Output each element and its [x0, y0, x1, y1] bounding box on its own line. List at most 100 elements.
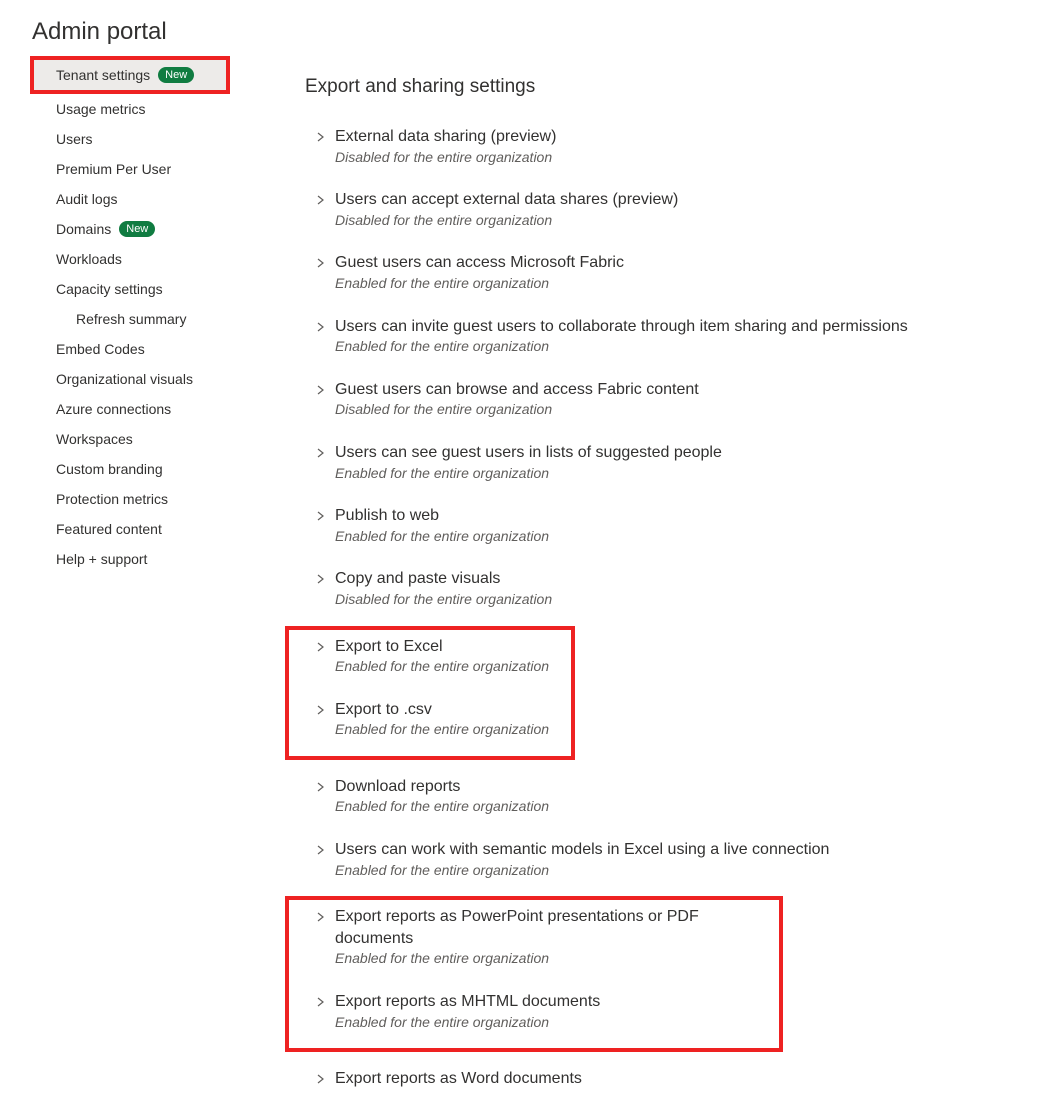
setting-title: Download reports	[335, 776, 549, 798]
chevron-right-icon	[317, 705, 325, 715]
setting-row[interactable]: Users can see guest users in lists of su…	[305, 436, 1054, 499]
setting-row[interactable]: Publish to webEnabled for the entire org…	[305, 499, 1054, 562]
expand-chevron[interactable]	[313, 571, 329, 587]
setting-status: Enabled for the entire organization	[335, 720, 549, 740]
setting-status: Enabled for the entire organization	[335, 797, 549, 817]
setting-title: Export reports as Word documents	[335, 1068, 582, 1090]
expand-chevron[interactable]	[313, 702, 329, 718]
setting-status: Enabled for the entire organization	[335, 657, 549, 677]
setting-status: Enabled for the entire organization	[335, 861, 829, 881]
sidebar-item-label: Azure connections	[56, 401, 171, 417]
sidebar-item-usage-metrics[interactable]: Usage metrics	[0, 94, 275, 124]
sidebar-item-label: Capacity settings	[56, 281, 163, 297]
expand-chevron[interactable]	[313, 842, 329, 858]
setting-title: Users can see guest users in lists of su…	[335, 442, 722, 464]
main-content: Export and sharing settings External dat…	[275, 56, 1054, 1106]
chevron-right-icon	[317, 845, 325, 855]
chevron-right-icon	[317, 1074, 325, 1084]
sidebar-item-workloads[interactable]: Workloads	[0, 244, 275, 274]
expand-chevron[interactable]	[313, 192, 329, 208]
chevron-right-icon	[317, 642, 325, 652]
expand-chevron[interactable]	[313, 639, 329, 655]
setting-row[interactable]: Users can work with semantic models in E…	[305, 833, 1054, 896]
expand-chevron[interactable]	[313, 319, 329, 335]
setting-status: Enabled for the entire organization	[335, 464, 722, 484]
setting-title: Export to .csv	[335, 699, 549, 721]
setting-title: Export to Excel	[335, 636, 549, 658]
setting-status: Disabled for the entire organization	[335, 211, 678, 231]
new-badge: New	[119, 221, 155, 237]
sidebar-item-custom-branding[interactable]: Custom branding	[0, 454, 275, 484]
sidebar-item-label: Audit logs	[56, 191, 117, 207]
chevron-right-icon	[317, 574, 325, 584]
highlight-box: Export reports as PowerPoint presentatio…	[285, 896, 783, 1052]
sidebar-item-azure-connections[interactable]: Azure connections	[0, 394, 275, 424]
setting-row[interactable]: Export to .csvEnabled for the entire org…	[305, 693, 571, 756]
setting-status: Enabled for the entire organization	[335, 1013, 600, 1033]
setting-row[interactable]: Export reports as PowerPoint presentatio…	[305, 900, 779, 985]
chevron-right-icon	[317, 132, 325, 142]
sidebar-item-capacity-settings[interactable]: Capacity settings	[0, 274, 275, 304]
expand-chevron[interactable]	[313, 445, 329, 461]
sidebar-item-label: Custom branding	[56, 461, 163, 477]
sidebar-item-featured-content[interactable]: Featured content	[0, 514, 275, 544]
setting-status: Enabled for the entire organization	[335, 527, 549, 547]
chevron-right-icon	[317, 511, 325, 521]
expand-chevron[interactable]	[313, 909, 329, 925]
sidebar-item-domains[interactable]: Domains New	[0, 214, 275, 244]
setting-row[interactable]: Export reports as Word documents	[305, 1062, 1054, 1106]
chevron-right-icon	[317, 782, 325, 792]
setting-title: Export reports as MHTML documents	[335, 991, 600, 1013]
setting-row[interactable]: Guest users can access Microsoft FabricE…	[305, 246, 1054, 309]
expand-chevron[interactable]	[313, 508, 329, 524]
sidebar-item-label: Premium Per User	[56, 161, 171, 177]
setting-status: Enabled for the entire organization	[335, 337, 908, 357]
sidebar-item-label: Protection metrics	[56, 491, 168, 507]
chevron-right-icon	[317, 912, 325, 922]
sidebar-item-organizational-visuals[interactable]: Organizational visuals	[0, 364, 275, 394]
setting-title: Users can accept external data shares (p…	[335, 189, 678, 211]
expand-chevron[interactable]	[313, 129, 329, 145]
setting-row[interactable]: External data sharing (preview)Disabled …	[305, 120, 1054, 183]
section-title: Export and sharing settings	[305, 62, 1054, 98]
sidebar-item-workspaces[interactable]: Workspaces	[0, 424, 275, 454]
setting-title: Users can work with semantic models in E…	[335, 839, 829, 861]
sidebar-item-label: Embed Codes	[56, 341, 145, 357]
expand-chevron[interactable]	[313, 382, 329, 398]
setting-title: Copy and paste visuals	[335, 568, 552, 590]
setting-row[interactable]: Export reports as MHTML documentsEnabled…	[305, 985, 779, 1048]
setting-row[interactable]: Users can accept external data shares (p…	[305, 183, 1054, 246]
sidebar-item-refresh-summary[interactable]: Refresh summary	[0, 304, 275, 334]
page-title: Admin portal	[0, 0, 1054, 56]
sidebar-item-protection-metrics[interactable]: Protection metrics	[0, 484, 275, 514]
expand-chevron[interactable]	[313, 255, 329, 271]
sidebar-item-label: Organizational visuals	[56, 371, 193, 387]
chevron-right-icon	[317, 258, 325, 268]
setting-row[interactable]: Users can invite guest users to collabor…	[305, 310, 1054, 373]
chevron-right-icon	[317, 322, 325, 332]
setting-status: Enabled for the entire organization	[335, 949, 779, 969]
setting-title: Users can invite guest users to collabor…	[335, 316, 908, 338]
sidebar-item-label: Workspaces	[56, 431, 133, 447]
sidebar-item-embed-codes[interactable]: Embed Codes	[0, 334, 275, 364]
chevron-right-icon	[317, 448, 325, 458]
highlight-box: Tenant settingsNew	[30, 56, 230, 94]
sidebar-item-users[interactable]: Users	[0, 124, 275, 154]
setting-title: External data sharing (preview)	[335, 126, 556, 148]
setting-row[interactable]: Download reportsEnabled for the entire o…	[305, 770, 1054, 833]
expand-chevron[interactable]	[313, 994, 329, 1010]
sidebar-item-tenant-settings[interactable]: Tenant settingsNew	[34, 60, 226, 90]
sidebar-item-label: Domains	[56, 221, 111, 237]
expand-chevron[interactable]	[313, 1071, 329, 1087]
sidebar-item-label: Help + support	[56, 551, 147, 567]
highlight-box: Export to ExcelEnabled for the entire or…	[285, 626, 575, 760]
sidebar-item-audit-logs[interactable]: Audit logs	[0, 184, 275, 214]
setting-status: Disabled for the entire organization	[335, 400, 699, 420]
setting-row[interactable]: Export to ExcelEnabled for the entire or…	[305, 630, 571, 693]
setting-row[interactable]: Guest users can browse and access Fabric…	[305, 373, 1054, 436]
setting-title: Guest users can browse and access Fabric…	[335, 379, 699, 401]
sidebar-item-help-support[interactable]: Help + support	[0, 544, 275, 574]
expand-chevron[interactable]	[313, 779, 329, 795]
setting-row[interactable]: Copy and paste visualsDisabled for the e…	[305, 562, 1054, 625]
sidebar-item-premium-per-user[interactable]: Premium Per User	[0, 154, 275, 184]
